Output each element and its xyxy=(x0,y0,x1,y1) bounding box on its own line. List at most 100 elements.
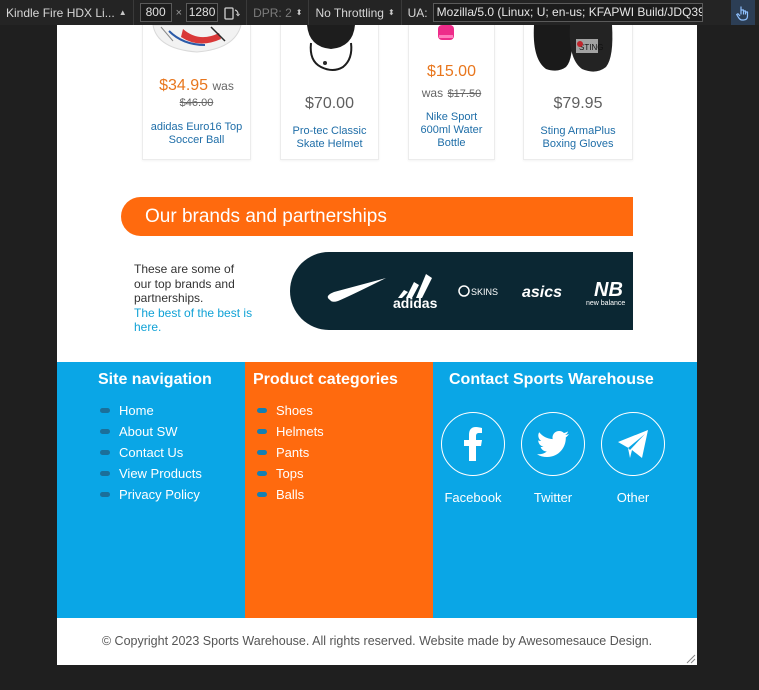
other-circle xyxy=(601,412,665,476)
product-price: $70.00 xyxy=(305,95,354,112)
hand-pointer-icon xyxy=(736,6,749,21)
throttling-label: No Throttling xyxy=(315,5,384,20)
boxing-gloves-image: STING xyxy=(533,25,613,72)
other-link[interactable]: Other xyxy=(600,412,666,505)
site-navigation-title: Site navigation xyxy=(98,371,212,388)
other-label: Other xyxy=(616,490,650,505)
brands-link-line: The best of the best is xyxy=(134,305,253,320)
footer-nav-item-home[interactable]: Home xyxy=(100,400,202,421)
product-card[interactable]: $70.00 Pro-tec Classic Skate Helmet xyxy=(280,25,379,160)
footer-category-tops[interactable]: Tops xyxy=(257,463,324,484)
product-card[interactable]: $15.00 was $17.50 Nike Sport 600ml Water… xyxy=(408,25,495,160)
twitter-link[interactable]: Twitter xyxy=(520,412,586,505)
footer-link-label: Balls xyxy=(276,487,305,502)
skins-logo-icon: SKINS xyxy=(458,285,498,297)
footer-nav-item-privacy[interactable]: Privacy Policy xyxy=(100,484,202,505)
product-name-line: Bottle xyxy=(437,137,466,149)
nike-logo-icon xyxy=(327,278,386,302)
footer-nav-item-about[interactable]: About SW xyxy=(100,421,202,442)
product-name[interactable]: adidas Euro16 Top Soccer Ball xyxy=(143,121,250,147)
telegram-icon xyxy=(618,430,648,458)
bullet-icon xyxy=(257,408,267,413)
site-navigation-column: Site navigation Home About SW Contact Us… xyxy=(57,362,245,618)
bullet-icon xyxy=(100,450,110,455)
brands-link-line: here. xyxy=(134,320,162,334)
brand-logos-image: adidas SKINS asics NB new balance xyxy=(327,274,625,311)
footer-category-shoes[interactable]: Shoes xyxy=(257,400,324,421)
product-price: $15.00 xyxy=(427,63,476,80)
was-label: was xyxy=(421,86,444,100)
ua-input[interactable]: Mozilla/5.0 (Linux; U; en-us; KFAPWI Bui… xyxy=(432,3,703,22)
new-balance-logo-icon: NB new balance xyxy=(586,279,625,307)
footer-category-helmets[interactable]: Helmets xyxy=(257,421,324,442)
brands-text-line: These are some of xyxy=(134,262,235,276)
bullet-icon xyxy=(257,471,267,476)
footer-category-pants[interactable]: Pants xyxy=(257,442,324,463)
brands-text-line: our top brands and xyxy=(134,276,235,291)
dpr-select[interactable]: DPR: 2 ⬍ xyxy=(247,0,310,25)
site-footer: Site navigation Home About SW Contact Us… xyxy=(57,362,697,618)
bullet-icon xyxy=(100,429,110,434)
bullet-icon xyxy=(257,492,267,497)
product-name[interactable]: Sting ArmaPlus Boxing Gloves xyxy=(524,125,632,151)
product-name[interactable]: Pro-tec Classic Skate Helmet xyxy=(281,125,378,151)
product-name-line: Sting ArmaPlus xyxy=(540,125,616,137)
was-label: was xyxy=(212,79,234,93)
product-name-line: Soccer Ball xyxy=(168,134,225,146)
svg-text:new balance: new balance xyxy=(586,300,625,307)
twitter-icon xyxy=(537,431,569,457)
footer-nav-item-products[interactable]: View Products xyxy=(100,463,202,484)
ua-label: UA: xyxy=(407,5,428,20)
bullet-icon xyxy=(257,429,267,434)
facebook-icon xyxy=(464,427,482,461)
bullet-icon xyxy=(257,450,267,455)
width-input[interactable]: 800 xyxy=(139,3,172,22)
resize-handle-icon[interactable] xyxy=(684,652,696,664)
product-name-line: 600ml Water xyxy=(420,124,483,136)
product-card[interactable]: STING $79.95 Sting ArmaPlus Boxing Glove… xyxy=(523,25,633,160)
brands-heading: Our brands and partnerships xyxy=(121,197,633,236)
product-price: $34.95 xyxy=(159,77,209,94)
twitter-label: Twitter xyxy=(533,490,573,505)
brands-text-line: partnerships. xyxy=(134,291,204,305)
footer-link-label: Helmets xyxy=(276,424,324,439)
dpr-arrows-icon: ⬍ xyxy=(295,8,303,17)
product-name-line: Pro-tec Classic xyxy=(292,125,367,137)
brands-link[interactable]: The best of the best is here. xyxy=(134,306,274,335)
footer-category-balls[interactable]: Balls xyxy=(257,484,324,505)
throttling-arrows-icon: ⬍ xyxy=(387,8,395,17)
height-input[interactable]: 1280 xyxy=(186,3,219,22)
adidas-logo-icon: adidas xyxy=(393,274,438,311)
asics-logo-icon: asics xyxy=(522,284,562,301)
device-select-label: Kindle Fire HDX Li... xyxy=(6,5,115,20)
product-categories-title: Product categories xyxy=(253,371,398,388)
footer-link-label: About SW xyxy=(119,424,178,439)
footer-link-label: Tops xyxy=(276,466,304,481)
twitter-circle xyxy=(521,412,585,476)
product-categories-list: Shoes Helmets Pants Tops Balls xyxy=(257,400,324,505)
product-categories-column: Product categories Shoes Helmets Pants T… xyxy=(245,362,433,618)
rotate-button[interactable] xyxy=(218,0,248,25)
old-price: $46.00 xyxy=(179,97,214,109)
select-arrows-icon: ▲ xyxy=(118,8,127,17)
copyright-text: © Copyright 2023 Sports Warehouse. All r… xyxy=(57,618,697,665)
product-name-line: Nike Sport xyxy=(425,111,478,123)
throttling-select[interactable]: No Throttling ⬍ xyxy=(309,0,402,25)
svg-text:SKINS: SKINS xyxy=(471,287,498,297)
touch-toggle-button[interactable] xyxy=(731,0,755,25)
footer-link-label: Pants xyxy=(276,445,310,460)
footer-nav-item-contact[interactable]: Contact Us xyxy=(100,442,202,463)
product-name[interactable]: Nike Sport 600ml Water Bottle xyxy=(409,111,494,150)
dpr-label: DPR: 2 xyxy=(253,5,292,20)
facebook-link[interactable]: Facebook xyxy=(440,412,506,505)
device-select[interactable]: Kindle Fire HDX Li... ▲ xyxy=(0,0,134,25)
svg-text:NB: NB xyxy=(594,279,623,301)
product-name-line: Skate Helmet xyxy=(296,138,363,150)
product-name-line: adidas Euro16 Top xyxy=(150,121,243,133)
dimensions-group: 800 × 1280 xyxy=(134,0,219,25)
dimensions-separator: × xyxy=(175,6,183,19)
brand-logos-banner: adidas SKINS asics NB new balance xyxy=(290,252,633,330)
product-card[interactable]: $34.95 was $46.00 adidas Euro16 Top Socc… xyxy=(142,25,251,160)
contact-column: Contact Sports Warehouse Facebook Twitte… xyxy=(433,362,697,618)
footer-link-label: Privacy Policy xyxy=(119,487,200,502)
